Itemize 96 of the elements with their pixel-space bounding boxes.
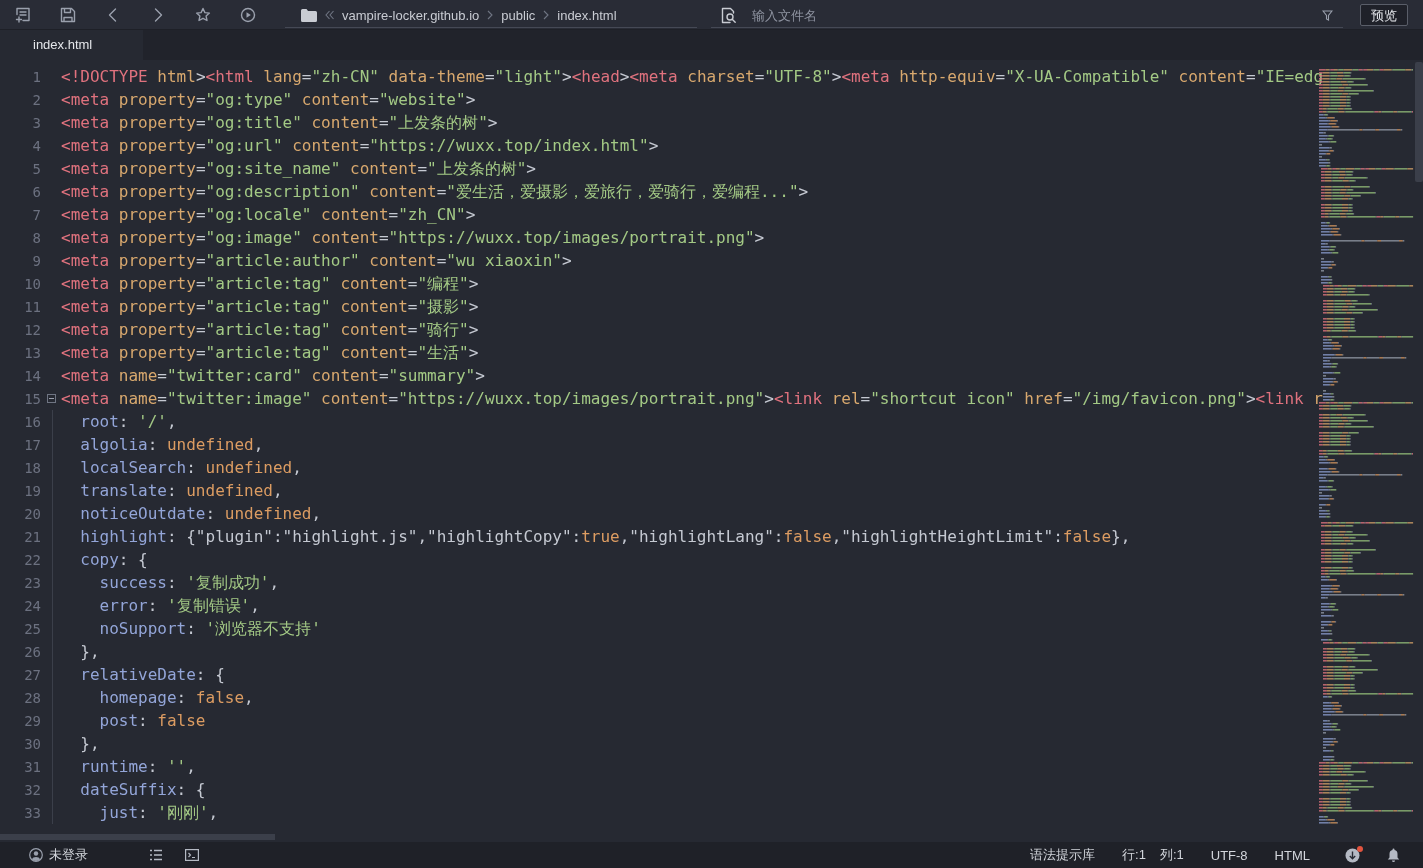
code-line: <meta property="article:tag" content="摄影"> <box>61 296 479 318</box>
line-number: 22 <box>23 551 41 568</box>
code-line: copy: { <box>79 549 148 571</box>
preview-button[interactable]: 预览 <box>1360 3 1408 26</box>
list-icon[interactable] <box>149 849 163 861</box>
line-number: 19 <box>23 482 41 499</box>
line-number: 28 <box>23 689 41 706</box>
line-number: 29 <box>23 712 41 729</box>
code-line: highlight: {"plugin":"highlight.js","highlightCopy":true,"highlightLang":false,"highlightHeightLimit":false}, <box>79 526 1131 548</box>
code-line: post: false <box>98 710 206 732</box>
terminal-icon[interactable] <box>185 849 199 861</box>
login-status[interactable]: 未登录 <box>49 846 88 864</box>
scrollbar-thumb[interactable] <box>1415 62 1423 182</box>
chevron-icon <box>543 10 550 20</box>
breadcrumb-item[interactable]: index.html <box>557 7 617 23</box>
cursor-line: 行:1 <box>1122 846 1146 864</box>
breadcrumb-item[interactable]: vampire-locker.github.io <box>342 7 480 23</box>
line-number: 15 <box>23 390 41 407</box>
code-line: <meta property="article:tag" content="编程"> <box>61 273 479 295</box>
line-number: 23 <box>23 574 41 591</box>
line-number: 16 <box>23 413 41 430</box>
code-line: <meta property="og:title" content="上发条的树"> <box>61 112 498 134</box>
folder-icon <box>301 8 317 22</box>
code-line: just: '刚刚', <box>98 802 219 824</box>
line-number: 33 <box>23 804 41 821</box>
code-line: error: '复制错误', <box>98 595 260 617</box>
line-number: 7 <box>31 206 41 223</box>
code-line: <meta property="article:tag" content="生活"> <box>61 342 479 364</box>
code-line: root: '/', <box>79 411 177 433</box>
line-number: 6 <box>31 183 41 200</box>
line-number: 9 <box>31 252 41 269</box>
code-line: homepage: false, <box>98 687 254 709</box>
code-line: <meta property="og:type" content="website"> <box>61 89 476 111</box>
code-line: translate: undefined, <box>79 480 283 502</box>
encoding-label[interactable]: UTF-8 <box>1210 847 1248 863</box>
line-number: 32 <box>23 781 41 798</box>
double-chevron-icon <box>325 10 334 20</box>
line-number: 24 <box>23 597 41 614</box>
line-number: 26 <box>23 643 41 660</box>
user-icon[interactable] <box>29 848 43 862</box>
download-icon[interactable] <box>1345 847 1360 863</box>
file-tab[interactable]: index.html <box>0 30 143 60</box>
code-line: success: '复制成功', <box>98 572 280 594</box>
code-line: <meta name="twitter:card" content="summary"> <box>61 365 485 387</box>
scrollbar-thumb[interactable] <box>0 834 275 840</box>
code-line: <meta property="og:url" content="https://wuxx.top/index.html"> <box>61 135 659 157</box>
line-number: 3 <box>31 114 41 131</box>
line-number: 17 <box>23 436 41 453</box>
code-line: <meta property="article:author" content="wu xiaoxin"> <box>61 250 572 272</box>
code-line: <meta property="og:description" content="爱生活，爱摄影，爱旅行，爱骑行，爱编程..."> <box>61 181 809 203</box>
code-line: }, <box>79 641 100 663</box>
line-number: 1 <box>31 68 41 85</box>
code-line: relativeDate: { <box>79 664 225 686</box>
code-line: dateSuffix: { <box>79 779 206 801</box>
code-line: <meta property="article:tag" content="骑行"> <box>61 319 479 341</box>
code-line: <!DOCTYPE html><html lang="zh-CN" data-theme="light"><head><meta charset="UTF-8"><meta http-equiv="X-UA-Compatible" content="IE=edg <box>61 66 1324 88</box>
line-number: 8 <box>31 229 41 246</box>
line-number: 14 <box>23 367 41 384</box>
line-number: 20 <box>23 505 41 522</box>
file-search-field[interactable]: 输入文件名 <box>750 6 1322 24</box>
line-number: 10 <box>23 275 41 292</box>
chevron-icon <box>487 10 494 20</box>
line-number: 12 <box>23 321 41 338</box>
line-number: 21 <box>23 528 41 545</box>
line-number: 4 <box>31 137 41 154</box>
code-line: <meta property="og:image" content="https://wuxx.top/images/portrait.png"> <box>61 227 765 249</box>
line-number: 30 <box>23 735 41 752</box>
code-line: algolia: undefined, <box>79 434 264 456</box>
line-number: 25 <box>23 620 41 637</box>
code-line: <meta property="og:locale" content="zh_CN"> <box>61 204 476 226</box>
code-line: <meta property="og:site_name" content="上发条的树"> <box>61 158 536 180</box>
line-number: 31 <box>23 758 41 775</box>
code-line: }, <box>79 733 100 755</box>
fold-toggle-icon[interactable] <box>46 394 56 403</box>
line-number: 27 <box>23 666 41 683</box>
cursor-column: 列:1 <box>1159 846 1184 864</box>
code-line: localSearch: undefined, <box>79 457 302 479</box>
star-icon[interactable] <box>195 6 211 23</box>
code-line: runtime: '', <box>79 756 196 778</box>
filter-icon[interactable] <box>1322 9 1333 21</box>
line-number: 13 <box>23 344 41 361</box>
line-number: 11 <box>23 298 41 315</box>
code-line: <meta name="twitter:image" content="https://wuxx.top/images/portrait.png"><link rel="shortcut icon" href="/img/favicon.png"><link r <box>61 388 1323 410</box>
code-line: noticeOutdate: undefined, <box>79 503 322 525</box>
breadcrumb-item[interactable]: public <box>501 7 536 23</box>
syntax-library-button[interactable]: 语法提示库 <box>1030 846 1096 864</box>
bell-icon[interactable] <box>1387 848 1400 862</box>
language-label[interactable]: HTML <box>1274 847 1310 863</box>
file-search-icon <box>721 6 738 24</box>
code-line: noSupport: '浏览器不支持' <box>98 618 321 640</box>
line-number: 5 <box>31 160 41 177</box>
line-number: 2 <box>31 91 41 108</box>
new-file-icon[interactable] <box>15 6 31 23</box>
line-number: 18 <box>23 459 41 476</box>
save-icon[interactable] <box>60 6 76 23</box>
play-icon[interactable] <box>240 6 256 23</box>
